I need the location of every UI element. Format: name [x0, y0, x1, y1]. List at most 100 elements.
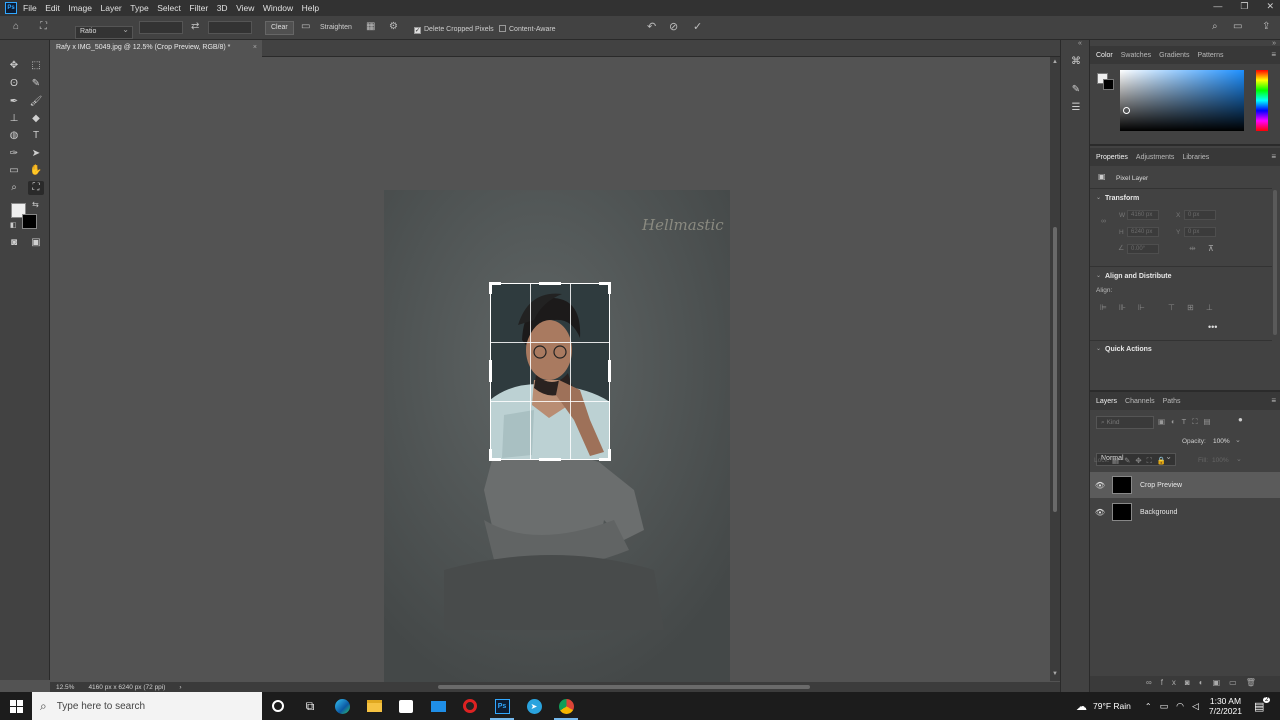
flip-vertical-icon[interactable]: ⊼ [1208, 244, 1214, 253]
straighten-button[interactable]: Straighten [320, 24, 352, 31]
x-field[interactable]: 0 px [1184, 210, 1216, 220]
overlay-grid-icon[interactable]: ▦ [366, 21, 375, 32]
weather-cloud-icon[interactable]: ☁ [1076, 700, 1087, 713]
reset-icon[interactable]: ↶ [647, 20, 656, 33]
panel-menu-icon[interactable]: ≡ [1271, 152, 1276, 161]
eye-icon[interactable]: 👁 [1090, 481, 1110, 490]
background-color-swatch[interactable] [22, 214, 37, 229]
fill-value[interactable]: 100% [1212, 457, 1229, 464]
crop-height-field[interactable] [208, 21, 252, 34]
mail-app[interactable] [422, 692, 454, 720]
document-tab[interactable]: Rafy x IMG_5049.jpg @ 12.5% (Crop Previe… [50, 40, 262, 57]
align-left-icon[interactable]: ⊫ [1100, 303, 1107, 312]
minimize-icon[interactable]: — [1213, 1, 1222, 12]
type-tool-icon[interactable]: T [28, 129, 44, 143]
chevron-down-icon[interactable]: ⌄ [1096, 345, 1101, 352]
filter-toggle-icon[interactable]: ● [1238, 415, 1243, 424]
delete-cropped-pixels-checkbox[interactable]: ✓ Delete Cropped Pixels [414, 24, 494, 34]
transform-section-title[interactable]: Transform [1105, 195, 1139, 202]
lasso-tool-icon[interactable]: ʘ [6, 77, 22, 91]
crop-handle-right[interactable] [608, 360, 611, 382]
volume-icon[interactable]: ◁ [1192, 701, 1199, 712]
clock[interactable]: 1:30 AM 7/2/2021 [1209, 696, 1242, 716]
vertical-scroll-thumb[interactable] [1053, 227, 1057, 512]
telegram-app[interactable]: ➤ [518, 692, 550, 720]
content-aware-checkbox[interactable]: Content-Aware [499, 24, 556, 33]
color-bg-swatch[interactable] [1103, 79, 1114, 90]
collapse-icon[interactable]: « [1078, 40, 1082, 47]
tab-patterns[interactable]: Patterns [1197, 52, 1231, 59]
taskbar-search-box[interactable]: ⌕ Type here to search [32, 692, 262, 720]
menu-image[interactable]: Image [68, 3, 92, 13]
chevron-down-icon[interactable]: ⌄ [1096, 194, 1101, 201]
network-icon[interactable]: ▭ [1160, 701, 1169, 712]
lock-icons[interactable]: ▦✎✥⛶🔒 [1112, 456, 1171, 466]
history-icon[interactable]: ⌘ [1069, 56, 1083, 68]
chevron-right-icon[interactable]: › [179, 684, 181, 691]
workspace-icon[interactable]: ▭ [1233, 21, 1242, 32]
close-tab-icon[interactable]: × [253, 44, 257, 51]
cancel-crop-icon[interactable]: ⊘ [669, 20, 678, 33]
close-window-icon[interactable]: ✕ [1266, 1, 1274, 12]
pen-tool-icon[interactable]: ✑ [6, 147, 22, 161]
photoshop-app[interactable]: Ps [486, 692, 518, 720]
wifi-icon[interactable]: ◠ [1176, 701, 1184, 712]
zoom-level[interactable]: 12.5% [56, 684, 74, 691]
color-picker-cursor[interactable] [1123, 107, 1130, 114]
commit-crop-icon[interactable]: ✓ [693, 20, 702, 33]
share-icon[interactable]: ⇪ [1262, 21, 1270, 32]
start-button[interactable] [0, 692, 32, 720]
restore-icon[interactable]: ❐ [1240, 1, 1248, 12]
notifications-button[interactable]: ▤ 2 [1254, 696, 1274, 713]
tab-swatches[interactable]: Swatches [1121, 52, 1159, 59]
flip-horizontal-icon[interactable]: ⇹ [1189, 244, 1196, 253]
menu-3d[interactable]: 3D [217, 3, 228, 13]
crop-box[interactable] [489, 282, 611, 461]
eye-icon[interactable]: 👁 [1090, 508, 1110, 517]
menu-help[interactable]: Help [302, 3, 319, 13]
align-right-icon[interactable]: ⊩ [1138, 303, 1145, 312]
layer-row-crop-preview[interactable]: 👁 Crop Preview [1090, 472, 1280, 498]
eyedropper-tool-icon[interactable]: ✒ [6, 95, 22, 109]
ratio-select[interactable]: Ratio [75, 25, 133, 39]
cortana-button[interactable] [262, 692, 294, 720]
menu-edit[interactable]: Edit [45, 3, 60, 13]
search-icon[interactable]: ⌕ [1212, 21, 1218, 32]
layer-filter-icons[interactable]: ▣◐T⛶▤ [1158, 417, 1217, 427]
layer-action-icons[interactable]: ∞fx◙◐▣▭🗑 [1146, 678, 1265, 687]
tab-properties[interactable]: Properties [1096, 154, 1136, 161]
quick-mask-icon[interactable]: ◙ [6, 236, 22, 250]
panel-menu-icon[interactable]: ≡ [1271, 396, 1276, 405]
layer-name[interactable]: Crop Preview [1140, 482, 1182, 489]
link-icon[interactable]: ∞ [1101, 218, 1106, 225]
hue-slider[interactable] [1256, 70, 1268, 131]
healing-tool-icon[interactable]: ◍ [6, 129, 22, 143]
swap-dimensions-icon[interactable]: ⇄ [191, 21, 199, 32]
hand-tool-icon[interactable]: ✋ [28, 164, 44, 178]
move-tool-icon[interactable]: ✥ [6, 59, 22, 73]
align-center-icon[interactable]: ⊪ [1119, 303, 1126, 312]
angle-field[interactable]: 0.00° [1127, 244, 1159, 254]
menu-layer[interactable]: Layer [100, 3, 121, 13]
gear-icon[interactable]: ⚙ [389, 21, 398, 32]
home-icon[interactable]: ⌂ [13, 21, 19, 32]
vertical-scrollbar[interactable]: ▲ ▼ [1050, 57, 1060, 681]
quick-actions-title[interactable]: Quick Actions [1105, 346, 1152, 353]
adjustments-icon[interactable]: ☰ [1069, 102, 1083, 114]
marquee-tool-icon[interactable]: ⬚ [28, 59, 44, 73]
menu-file[interactable]: File [23, 3, 37, 13]
tab-gradients[interactable]: Gradients [1159, 52, 1197, 59]
layer-filter-input[interactable]: ⌕ Kind [1096, 416, 1154, 429]
panel-menu-icon[interactable]: ≡ [1271, 50, 1276, 59]
swap-colors-icon[interactable]: ⇆ [32, 200, 39, 209]
width-field[interactable]: 4160 px [1127, 210, 1159, 220]
scroll-down-icon[interactable]: ▼ [1052, 671, 1058, 677]
tab-libraries[interactable]: Libraries [1182, 154, 1217, 161]
more-options-icon[interactable]: ••• [1208, 322, 1217, 332]
brush-tool-icon[interactable]: 🖌 [28, 95, 44, 109]
shape-tool-icon[interactable]: ▭ [6, 164, 22, 178]
weather-text[interactable]: 79°F Rain [1093, 701, 1131, 711]
menu-type[interactable]: Type [130, 3, 148, 13]
horizontal-scrollbar[interactable] [210, 682, 1060, 692]
chevron-down-icon[interactable]: ⌄ [1236, 455, 1242, 463]
